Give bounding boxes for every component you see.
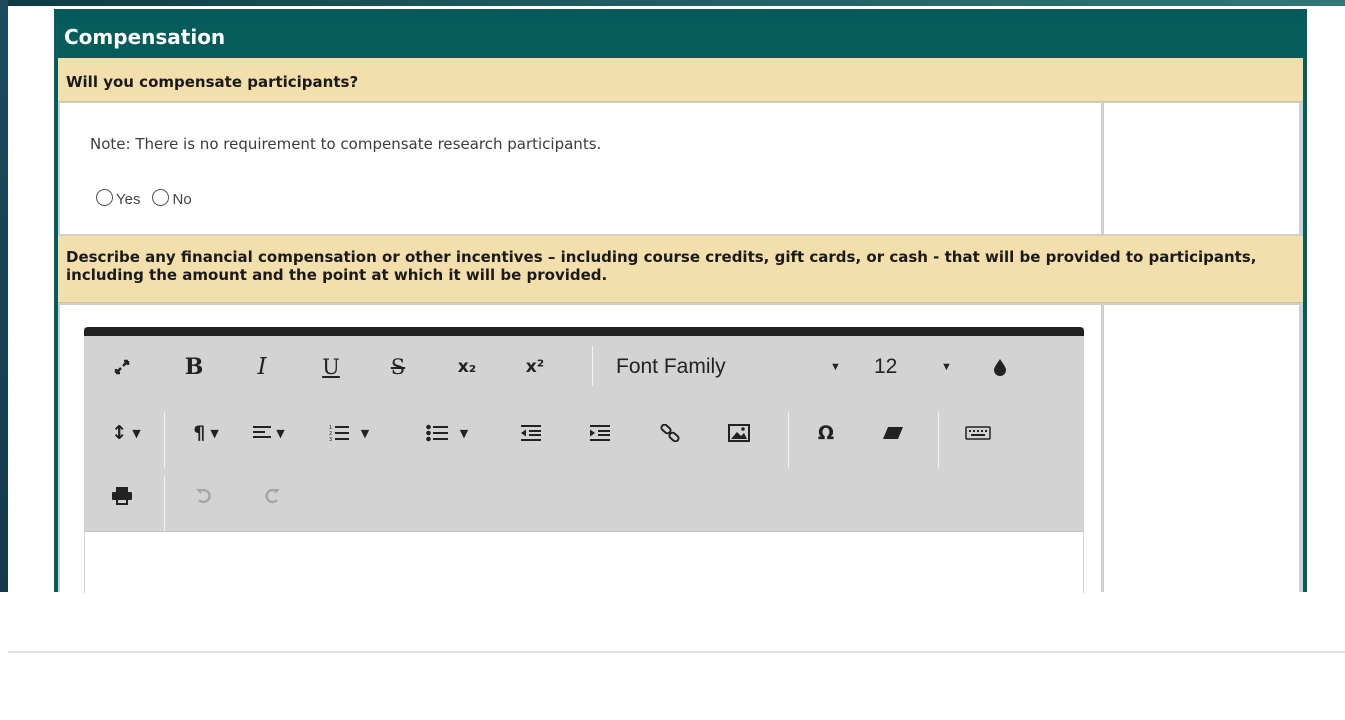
rich-text-editor: B I U S x₂ x² Font Family ▼ 12 ▼ ↕ ▼ ¶ ▼… bbox=[84, 327, 1084, 594]
question-compensate-side-cell bbox=[1104, 103, 1299, 234]
strikethrough-icon[interactable]: S bbox=[380, 347, 416, 387]
chevron-down-icon: ▼ bbox=[459, 426, 469, 440]
font-size-dropdown[interactable]: 12 ▼ bbox=[874, 347, 964, 387]
text-color-icon[interactable] bbox=[982, 347, 1018, 387]
subscript-icon[interactable]: x₂ bbox=[449, 347, 485, 387]
line-height-icon[interactable]: ↕ ▼ bbox=[102, 413, 150, 453]
panel-top-strip bbox=[54, 9, 1307, 17]
undo-icon[interactable] bbox=[186, 476, 222, 516]
align-icon[interactable]: ▼ bbox=[244, 413, 294, 453]
compensation-panel: Compensation Will you compensate partici… bbox=[54, 17, 1307, 594]
eraser-icon[interactable] bbox=[875, 413, 911, 453]
font-family-dropdown[interactable]: Font Family ▼ bbox=[616, 347, 856, 387]
radio-yes[interactable] bbox=[96, 189, 113, 206]
question-compensate-header: Will you compensate participants? bbox=[58, 58, 1303, 102]
chevron-down-icon: ▼ bbox=[210, 426, 219, 440]
editor-top-bar bbox=[84, 327, 1084, 336]
radio-option-yes[interactable]: Yes bbox=[96, 187, 140, 208]
question-compensate-answer: Note: There is no requirement to compens… bbox=[60, 103, 1101, 234]
radio-no[interactable] bbox=[152, 189, 170, 206]
chevron-down-icon: ▼ bbox=[941, 361, 952, 373]
question-describe-answer: B I U S x₂ x² Font Family ▼ 12 ▼ ↕ ▼ ¶ ▼… bbox=[60, 305, 1101, 594]
font-size-value: 12 bbox=[874, 355, 898, 378]
line-height-glyph: ↕ bbox=[111, 422, 128, 444]
page-divider bbox=[8, 651, 1345, 653]
editor-content-area[interactable] bbox=[85, 531, 1083, 594]
expand-icon[interactable] bbox=[104, 347, 140, 387]
keyboard-icon[interactable] bbox=[960, 413, 996, 453]
outdent-icon[interactable] bbox=[513, 413, 549, 453]
redo-icon[interactable] bbox=[254, 476, 290, 516]
ordered-list-icon[interactable]: 123 ▼ bbox=[314, 413, 384, 453]
link-icon[interactable] bbox=[652, 413, 688, 453]
special-char-icon[interactable]: Ω bbox=[808, 413, 844, 453]
font-family-label: Font Family bbox=[616, 355, 726, 378]
compensate-radio-group: Yes No bbox=[96, 187, 204, 208]
underline-icon[interactable]: U bbox=[313, 347, 349, 387]
print-icon[interactable] bbox=[104, 476, 140, 516]
paragraph-glyph: ¶ bbox=[193, 422, 206, 444]
superscript-icon[interactable]: x² bbox=[517, 347, 553, 387]
question-describe-side-cell bbox=[1104, 305, 1299, 592]
italic-icon[interactable]: I bbox=[244, 347, 280, 387]
editor-toolbar: B I U S x₂ x² Font Family ▼ 12 ▼ ↕ ▼ ¶ ▼… bbox=[84, 336, 1084, 532]
panel-body: Will you compensate participants? Note: … bbox=[58, 58, 1303, 594]
chevron-down-icon: ▼ bbox=[132, 426, 141, 440]
radio-option-no[interactable]: No bbox=[152, 187, 192, 208]
radio-no-label: No bbox=[172, 191, 192, 208]
bold-icon[interactable]: B bbox=[176, 347, 212, 387]
svg-text:3: 3 bbox=[329, 437, 332, 442]
unordered-list-icon[interactable]: ▼ bbox=[412, 413, 482, 453]
paragraph-format-icon[interactable]: ¶ ▼ bbox=[182, 413, 230, 453]
chevron-down-icon: ▼ bbox=[276, 426, 285, 440]
chevron-down-icon: ▼ bbox=[830, 361, 841, 373]
indent-icon[interactable] bbox=[582, 413, 618, 453]
question-describe-header: Describe any financial compensation or o… bbox=[58, 236, 1303, 303]
chevron-down-icon: ▼ bbox=[360, 426, 370, 440]
compensation-note: Note: There is no requirement to compens… bbox=[90, 135, 602, 153]
radio-yes-label: Yes bbox=[116, 191, 141, 208]
left-edge bbox=[0, 0, 8, 592]
image-icon[interactable] bbox=[721, 413, 757, 453]
panel-title: Compensation bbox=[64, 25, 226, 49]
